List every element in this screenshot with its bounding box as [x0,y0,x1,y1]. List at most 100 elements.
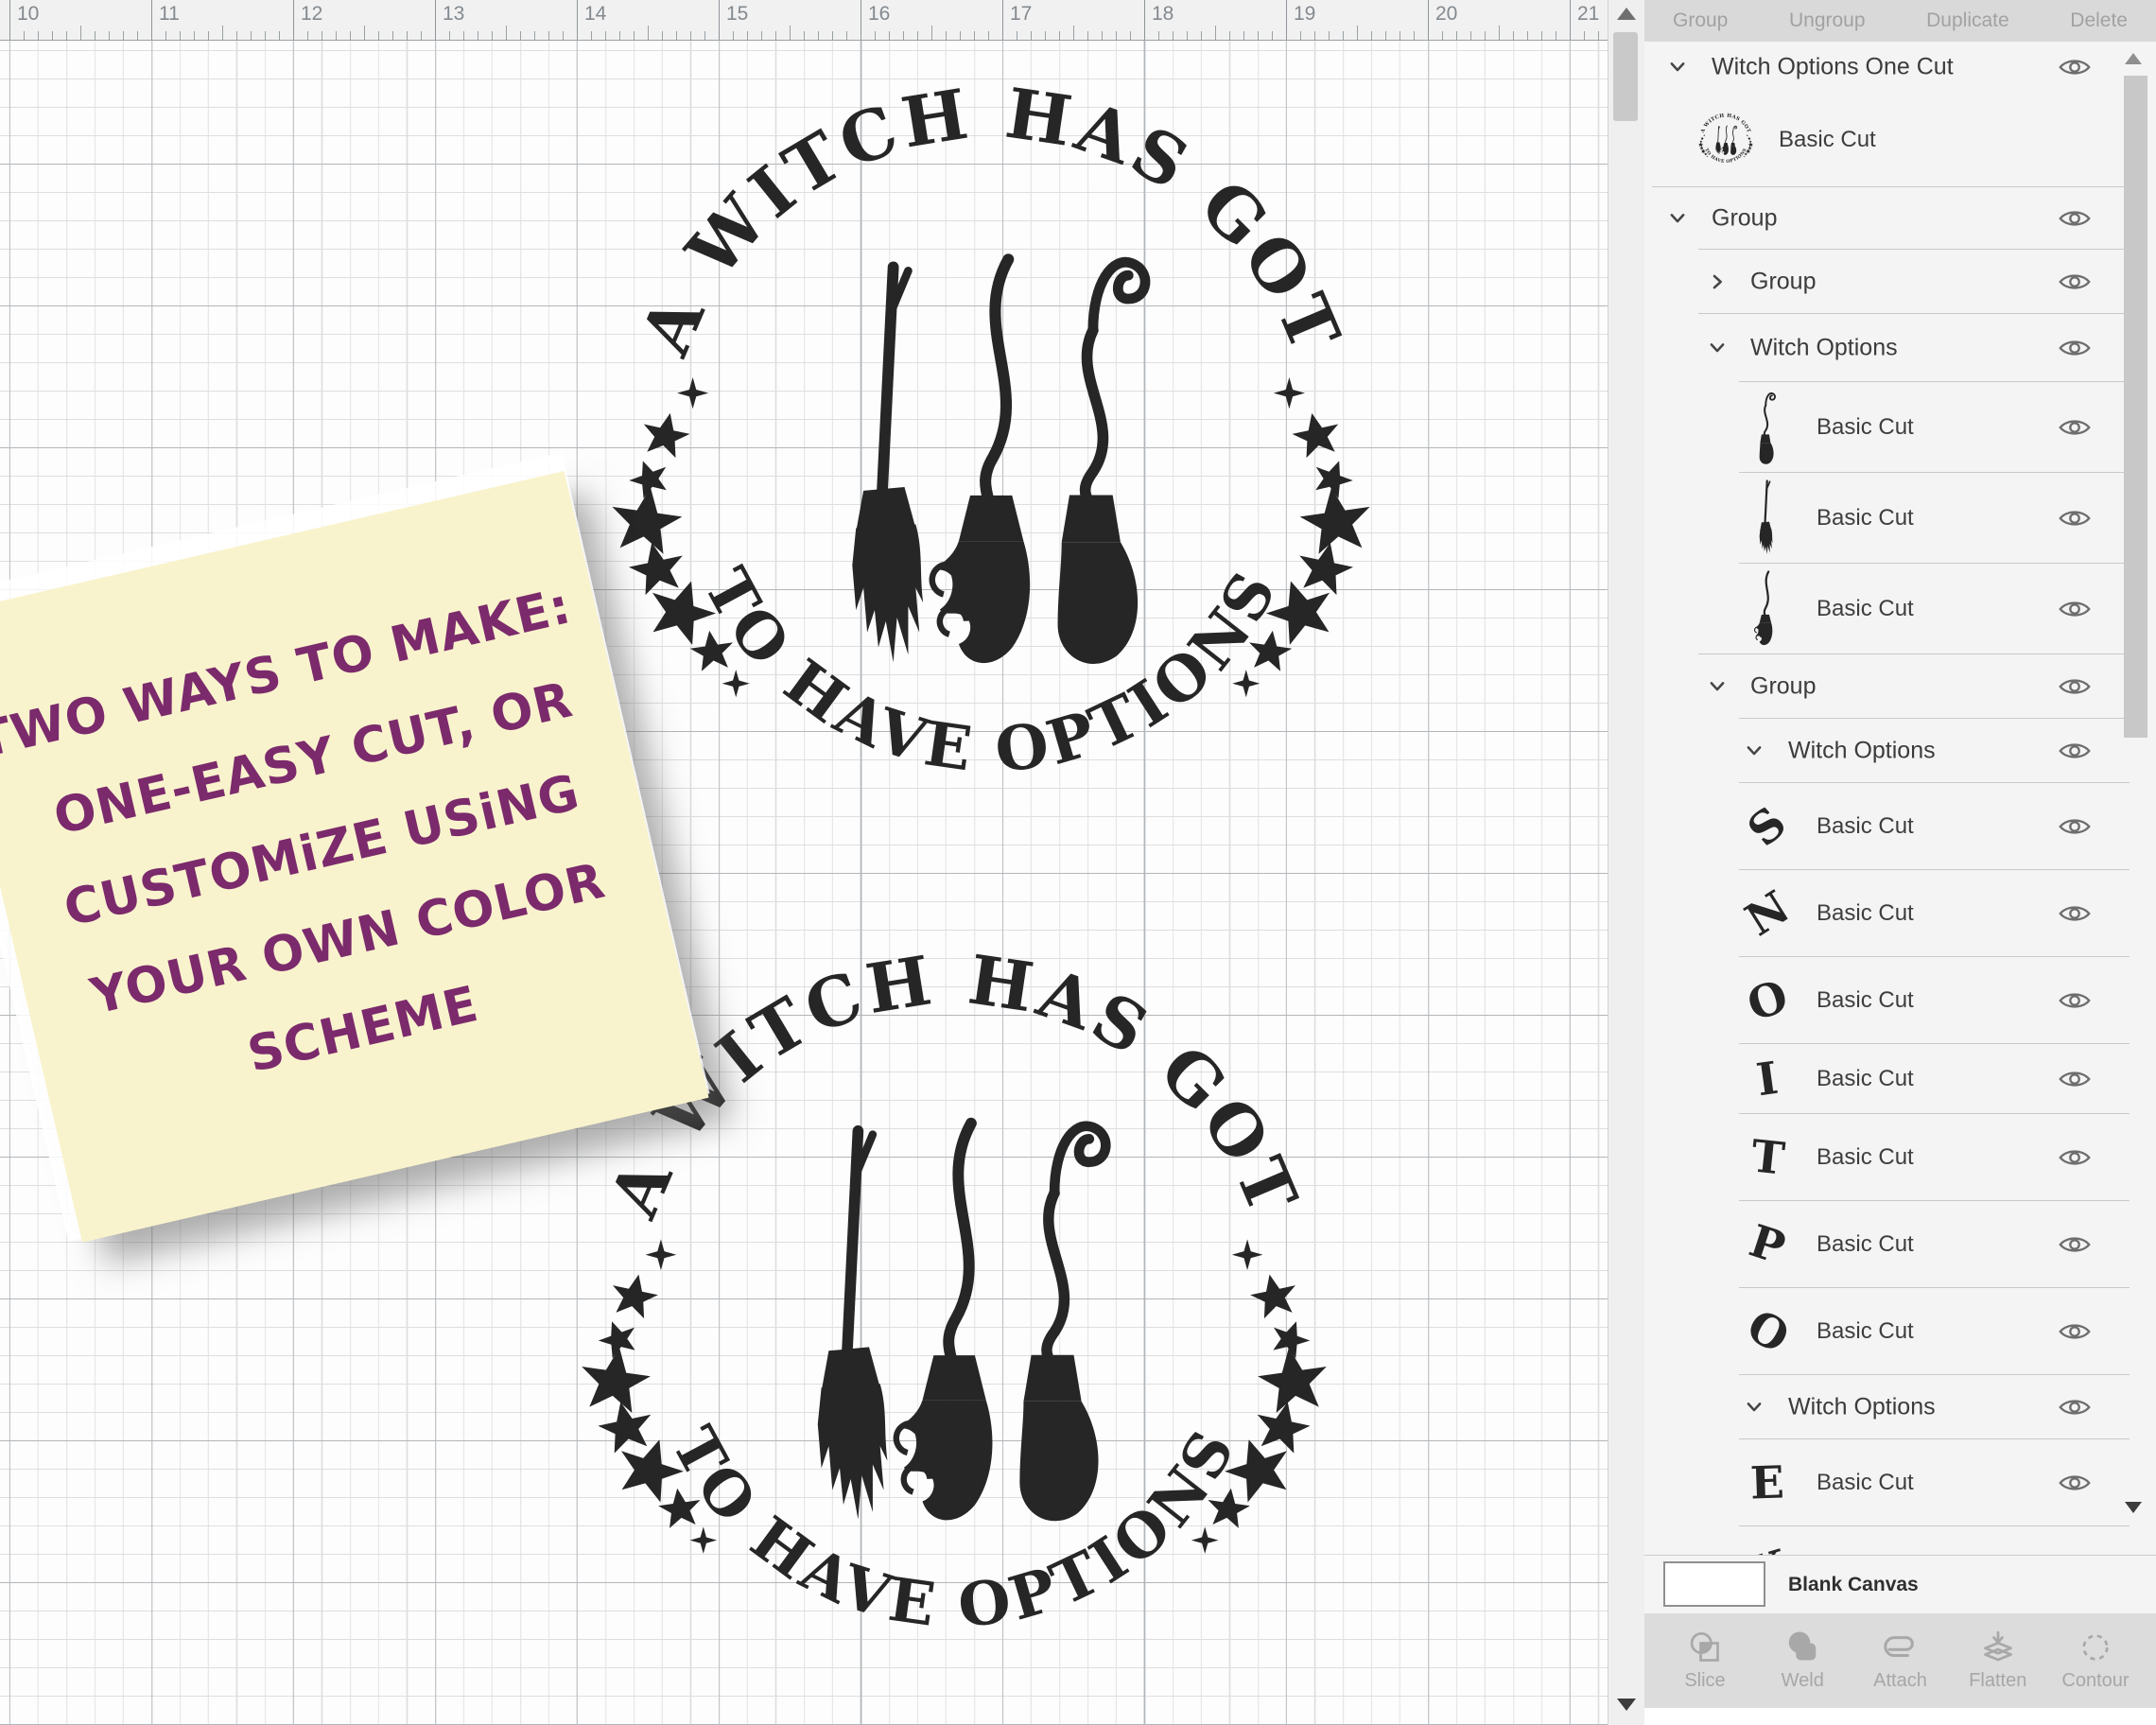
chevron-right-icon[interactable] [1707,271,1728,292]
group-button[interactable]: Group [1673,9,1728,32]
panel-scrollbar-thumb[interactable] [2124,76,2147,738]
layer-type-label: Basic Cut [1817,900,1914,926]
visibility-eye-icon[interactable] [2058,740,2092,763]
blank-canvas-row[interactable]: Blank Canvas [1644,1555,2156,1614]
layer-group-label: Group [1750,268,1817,295]
layer-row-witch-options-one-cut[interactable]: Witch Options One Cut [1644,42,2156,93]
contour-button[interactable]: Contour [2048,1613,2143,1708]
visibility-eye-icon[interactable] [2058,1068,2092,1091]
scroll-up-arrow-icon[interactable] [1617,8,1636,20]
panel-scroll-down-icon[interactable] [2125,1502,2142,1513]
canvas-scrollbar-thumb[interactable] [1613,32,1638,121]
layer-group-label: Witch Options [1788,1393,1936,1420]
layer-group-label: Witch Options [1788,737,1936,764]
ruler-number: 13 [443,3,465,25]
layer-row-basic-cut[interactable]: T Basic Cut [1644,1114,2156,1201]
scroll-down-arrow-icon[interactable] [1617,1699,1636,1711]
ruler-number: 20 [1435,3,1458,25]
layer-row-basic-cut[interactable]: I Basic Cut [1644,1044,2156,1114]
layer-group-label: Witch Options One Cut [1712,53,1954,80]
weld-button[interactable]: Weld [1755,1613,1850,1708]
flatten-layers-icon [1981,1630,2015,1664]
layer-row-group-collapsed[interactable]: Group [1644,250,2156,314]
chevron-down-icon[interactable] [1667,208,1688,229]
visibility-eye-icon[interactable] [2058,989,2092,1013]
slice-button[interactable]: Slice [1658,1613,1752,1708]
layer-row-basic-cut[interactable]: Basic Cut [1644,93,2156,187]
visibility-eye-icon[interactable] [2058,337,2092,360]
panel-scroll-up-icon[interactable] [2125,53,2142,64]
layers-panel: Group Ungroup Duplicate Delete Witch Opt… [1644,0,2156,1725]
layer-type-label: Basic Cut [1817,596,1914,621]
slice-icon [1688,1630,1722,1664]
visibility-eye-icon[interactable] [2058,598,2092,621]
horizontal-ruler: 10 11 12 13 14 15 16 17 18 19 20 21 [0,0,1608,41]
letter-thumbnail: I [1743,1051,1792,1107]
layer-type-label: Basic Cut [1817,1144,1914,1170]
ruler-number: 15 [726,3,749,25]
visibility-eye-icon[interactable] [2058,1146,2092,1170]
ruler-number: 19 [1294,3,1316,25]
blank-canvas-swatch[interactable] [1663,1561,1765,1607]
layer-row-basic-cut[interactable]: Basic Cut [1644,564,2156,654]
layer-row-group[interactable]: Group [1644,654,2156,719]
letter-thumbnail: N [1736,880,1799,946]
visibility-eye-icon[interactable] [2058,815,2092,839]
layer-type-label: Basic Cut [1817,505,1914,531]
design-canvas[interactable]: 10 11 12 13 14 15 16 17 18 19 20 21 TWO … [0,0,1608,1725]
layer-row-witch-options[interactable]: Witch Options [1644,1375,2156,1439]
chevron-down-icon[interactable] [1667,57,1688,78]
curl-broom-thumbnail [1758,392,1777,465]
layer-row-basic-cut[interactable]: E Basic Cut [1644,1439,2156,1526]
visibility-eye-icon[interactable] [2058,1233,2092,1257]
chevron-down-icon[interactable] [1744,741,1765,761]
layer-group-label: Group [1712,204,1778,232]
ruler-number: 16 [868,3,891,25]
visibility-eye-icon[interactable] [2058,270,2092,294]
visibility-eye-icon[interactable] [2058,1472,2092,1495]
letter-thumbnail: K [1742,1540,1793,1555]
weld-label: Weld [1781,1669,1824,1691]
canvas-scrollbar[interactable] [1608,0,1645,1725]
visibility-eye-icon[interactable] [2058,1396,2092,1420]
duplicate-button[interactable]: Duplicate [1926,9,2009,32]
panel-bottom-strip [1644,1708,2156,1725]
layer-row-basic-cut[interactable]: N Basic Cut [1644,870,2156,957]
visibility-eye-icon[interactable] [2058,56,2092,79]
delete-button[interactable]: Delete [2070,9,2128,32]
layer-row-witch-options[interactable]: Witch Options [1644,314,2156,382]
layer-group-label: Witch Options [1750,334,1898,361]
layer-row-basic-cut-clipped[interactable]: K Basic Cut [1644,1526,2156,1555]
ruler-number: 14 [584,3,607,25]
chevron-down-icon[interactable] [1707,338,1728,358]
chevron-down-icon[interactable] [1744,1397,1765,1418]
visibility-eye-icon[interactable] [2058,207,2092,231]
layer-row-basic-cut[interactable]: O Basic Cut [1644,957,2156,1044]
visibility-eye-icon[interactable] [2058,507,2092,531]
layer-row-witch-options[interactable]: Witch Options [1644,719,2156,783]
attach-button[interactable]: Attach [1853,1613,1948,1708]
layer-type-label: Basic Cut [1817,1470,1914,1495]
layer-row-basic-cut[interactable]: P Basic Cut [1644,1201,2156,1288]
visibility-eye-icon[interactable] [2058,902,2092,926]
letter-glyph: O [1737,1298,1798,1365]
letter-glyph: N [1736,880,1799,947]
layer-type-label: Basic Cut [1817,414,1914,440]
letter-glyph: O [1741,969,1794,1032]
layer-type-label: Basic Cut [1817,813,1914,839]
flatten-button[interactable]: Flatten [1951,1613,2045,1708]
visibility-eye-icon[interactable] [2058,675,2092,699]
layer-row-group[interactable]: Group [1644,187,2156,250]
layer-row-basic-cut[interactable]: S Basic Cut [1644,783,2156,870]
layer-row-basic-cut[interactable]: O Basic Cut [1644,1288,2156,1375]
visibility-eye-icon[interactable] [2058,416,2092,440]
visibility-eye-icon[interactable] [2058,1320,2092,1344]
slice-label: Slice [1684,1669,1726,1691]
layer-row-basic-cut[interactable]: Basic Cut [1644,382,2156,473]
witch-design-artwork-top[interactable] [599,63,1383,848]
ungroup-button[interactable]: Ungroup [1789,9,1866,32]
letter-thumbnail: O [1741,969,1794,1032]
ruler-number: 10 [17,3,40,25]
layer-row-basic-cut[interactable]: Basic Cut [1644,473,2156,564]
chevron-down-icon[interactable] [1707,676,1728,697]
